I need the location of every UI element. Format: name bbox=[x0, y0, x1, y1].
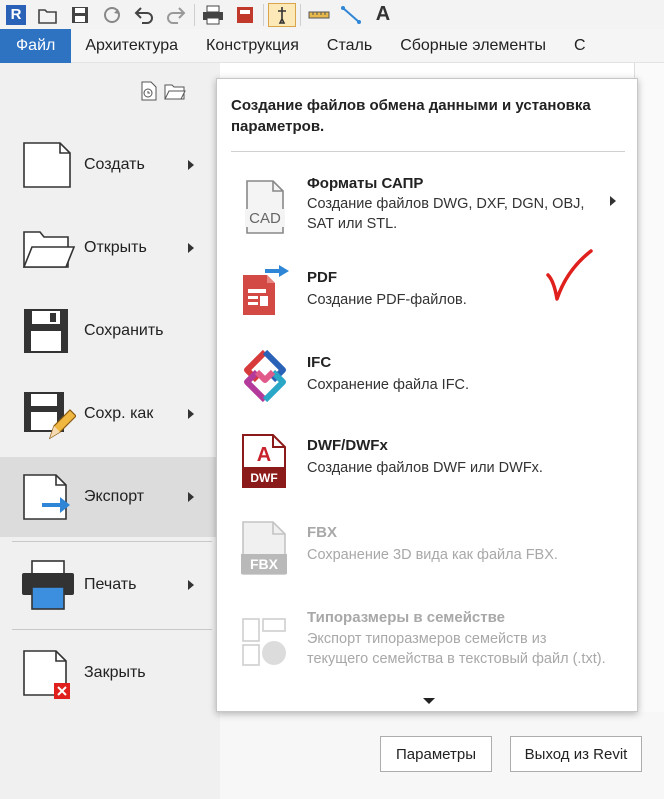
menu-item-label: Создать bbox=[84, 156, 145, 173]
menu-item-label: Печать bbox=[84, 576, 137, 593]
option-description: Создание файлов DWF или DWFx. bbox=[307, 460, 543, 476]
option-title: DWF/DWFx bbox=[307, 437, 388, 454]
chevron-right-icon bbox=[188, 580, 194, 590]
menu-item-label: Сохр. как bbox=[84, 405, 154, 422]
menu-item-save[interactable]: Сохранить bbox=[0, 291, 220, 371]
redo-icon[interactable] bbox=[162, 3, 190, 27]
flyout-title: Создание файлов обмена данными и установ… bbox=[231, 97, 591, 135]
open-folder-icon bbox=[20, 220, 76, 276]
measure-icon[interactable] bbox=[305, 3, 333, 27]
fbx-file-icon: FBX bbox=[239, 520, 291, 575]
export-option-family-types: Типоразмеры в семействе Экспорт типоразм… bbox=[217, 609, 637, 689]
tab-file[interactable]: Файл bbox=[0, 28, 72, 63]
option-title: FBX bbox=[307, 524, 337, 541]
toolbar-separator bbox=[263, 3, 264, 26]
undo-icon[interactable] bbox=[130, 3, 158, 27]
menu-item-label: Открыть bbox=[84, 239, 147, 256]
options-button[interactable]: Параметры bbox=[380, 736, 492, 772]
toolbar-separator bbox=[300, 3, 301, 26]
menu-divider bbox=[12, 541, 212, 542]
tab-steel[interactable]: Сталь bbox=[313, 29, 386, 63]
print-icon[interactable] bbox=[199, 3, 227, 27]
new-file-icon bbox=[20, 137, 76, 193]
export-icon bbox=[20, 469, 76, 525]
menu-item-label: Сохранить bbox=[84, 322, 164, 339]
export-option-cad[interactable]: CAD Форматы САПР Создание файлов DWG, DX… bbox=[217, 175, 637, 245]
menu-item-label: Экспорт bbox=[84, 488, 145, 505]
save-as-icon bbox=[20, 386, 77, 442]
chevron-right-icon bbox=[188, 492, 194, 502]
chevron-right-icon bbox=[188, 243, 194, 253]
tab-precast[interactable]: Сборные элементы bbox=[386, 29, 560, 63]
save-as-icon[interactable] bbox=[231, 3, 259, 27]
option-description: Экспорт типоразмеров семейств из текущег… bbox=[307, 631, 606, 667]
option-description: Сохранение 3D вида как файла FBX. bbox=[307, 547, 558, 563]
revit-logo-icon[interactable]: R bbox=[2, 3, 30, 27]
print-icon bbox=[20, 557, 76, 613]
main-window-edge bbox=[634, 63, 664, 763]
scroll-down-arrow-icon[interactable] bbox=[423, 698, 435, 704]
toolbar-separator bbox=[194, 3, 195, 26]
export-option-fbx: FBX FBX Сохранение 3D вида как файла FBX… bbox=[217, 521, 637, 584]
menu-item-export[interactable]: Экспорт bbox=[0, 457, 220, 537]
file-application-menu: Создать Открыть Сохранить Сохр. как Эксп… bbox=[0, 63, 220, 799]
option-description: Создание файлов DWG, DXF, DGN, OBJ, SAT … bbox=[307, 196, 585, 232]
dimension-icon[interactable] bbox=[337, 3, 365, 27]
open-documents-icon[interactable] bbox=[164, 81, 186, 106]
chevron-right-icon bbox=[188, 409, 194, 419]
dwf-file-icon: A DWF bbox=[239, 433, 291, 488]
menu-item-label: Закрыть bbox=[84, 664, 146, 681]
export-option-ifc[interactable]: IFC Сохранение файла IFC. bbox=[217, 349, 637, 414]
chevron-right-icon bbox=[610, 196, 616, 206]
tab-architecture[interactable]: Архитектура bbox=[71, 29, 192, 63]
save-icon bbox=[20, 303, 76, 359]
tab-overflow[interactable]: С bbox=[560, 29, 600, 63]
pdf-export-icon bbox=[239, 263, 291, 315]
export-flyout-panel: Создание файлов обмена данными и установ… bbox=[216, 78, 638, 712]
text-icon[interactable]: A bbox=[369, 3, 397, 27]
option-description: Сохранение файла IFC. bbox=[307, 377, 470, 393]
pin-icon[interactable] bbox=[268, 2, 296, 27]
recent-docs-toggle bbox=[140, 81, 186, 106]
family-types-icon bbox=[239, 615, 291, 667]
quick-access-toolbar: R A bbox=[0, 0, 664, 29]
option-title: IFC bbox=[307, 354, 332, 371]
ifc-logo-icon bbox=[239, 348, 291, 403]
chevron-right-icon bbox=[188, 160, 194, 170]
svg-text:A: A bbox=[257, 444, 271, 466]
recent-documents-icon[interactable] bbox=[140, 81, 158, 106]
option-title: Форматы САПР bbox=[307, 175, 424, 192]
svg-text:CAD: CAD bbox=[249, 210, 281, 227]
flyout-divider bbox=[231, 151, 625, 152]
option-title: Типоразмеры в семействе bbox=[307, 609, 505, 626]
svg-text:DWF: DWF bbox=[250, 471, 277, 485]
svg-text:FBX: FBX bbox=[250, 556, 279, 572]
menu-item-open[interactable]: Открыть bbox=[0, 208, 220, 288]
menu-item-new[interactable]: Создать bbox=[0, 125, 220, 205]
export-option-dwf[interactable]: A DWF DWF/DWFx Создание файлов DWF или D… bbox=[217, 434, 637, 497]
menu-item-save-as[interactable]: Сохр. как bbox=[0, 374, 220, 454]
cad-file-icon: CAD bbox=[239, 179, 291, 234]
close-file-icon bbox=[20, 645, 76, 701]
tab-structure[interactable]: Конструкция bbox=[192, 29, 313, 63]
red-checkmark-icon bbox=[545, 249, 595, 305]
save-icon[interactable] bbox=[66, 3, 94, 27]
menu-item-print[interactable]: Печать bbox=[0, 545, 220, 625]
menu-divider bbox=[12, 629, 212, 630]
ribbon-tabs: Файл Архитектура Конструкция Сталь Сборн… bbox=[0, 28, 664, 63]
menu-item-close[interactable]: Закрыть bbox=[0, 633, 220, 713]
option-title: PDF bbox=[307, 269, 337, 286]
exit-revit-button[interactable]: Выход из Revit bbox=[510, 736, 642, 772]
sync-icon[interactable] bbox=[98, 3, 126, 27]
open-icon[interactable] bbox=[34, 3, 62, 27]
